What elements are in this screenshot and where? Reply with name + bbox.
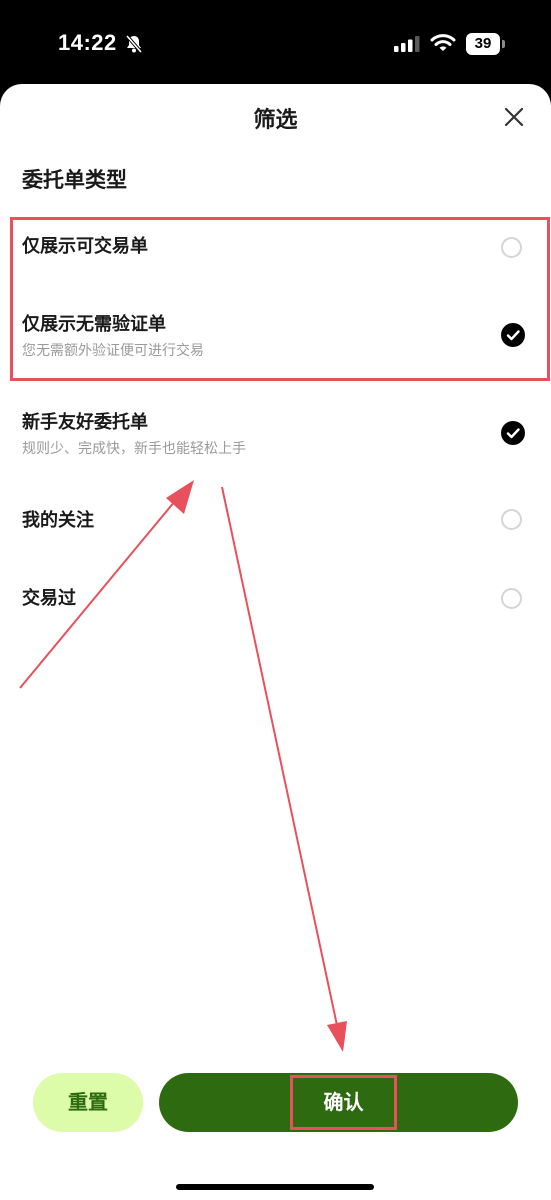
- option-following[interactable]: 我的关注: [0, 494, 551, 554]
- status-bar: 14:22 39: [0, 0, 551, 84]
- radio-unchecked-icon[interactable]: [501, 509, 522, 530]
- confirm-label: 确认: [290, 1075, 397, 1130]
- option-label: 新手友好委托单: [22, 412, 148, 433]
- option-tradable-only[interactable]: 仅展示可交易单: [0, 216, 551, 276]
- home-indicator: [176, 1184, 374, 1190]
- sheet-title: 筛选: [253, 108, 298, 133]
- option-subtitle: 您无需额外验证便可进行交易: [22, 343, 204, 359]
- check-circle-icon[interactable]: [501, 323, 525, 347]
- option-label: 交易过: [22, 588, 76, 609]
- wifi-icon: [430, 34, 456, 51]
- reset-button[interactable]: 重置: [33, 1073, 143, 1132]
- section-title: 委托单类型: [22, 168, 127, 192]
- signal-icon: [394, 36, 420, 52]
- option-beginner-friendly[interactable]: 新手友好委托单 规则少、完成快，新手也能轻松上手: [0, 404, 551, 474]
- radio-unchecked-icon[interactable]: [501, 237, 522, 258]
- option-no-verification[interactable]: 仅展示无需验证单 您无需额外验证便可进行交易: [0, 306, 551, 376]
- radio-unchecked-icon[interactable]: [501, 588, 522, 609]
- option-subtitle: 规则少、完成快，新手也能轻松上手: [22, 441, 246, 457]
- confirm-button[interactable]: 确认: [159, 1073, 518, 1132]
- option-traded-before[interactable]: 交易过: [0, 572, 551, 632]
- battery-icon: 39: [466, 33, 500, 55]
- check-circle-icon[interactable]: [501, 421, 525, 445]
- close-icon[interactable]: [501, 104, 527, 130]
- status-time: 14:22: [58, 30, 117, 55]
- option-label: 仅展示无需验证单: [22, 314, 166, 335]
- option-label: 我的关注: [22, 510, 94, 531]
- option-label: 仅展示可交易单: [22, 236, 148, 257]
- battery-tip: [502, 40, 505, 48]
- filter-sheet: 筛选 委托单类型 仅展示可交易单 仅展示无需验证单 您无需额外验证便可进行交易 …: [0, 84, 551, 1200]
- bell-slash-icon: [125, 34, 143, 54]
